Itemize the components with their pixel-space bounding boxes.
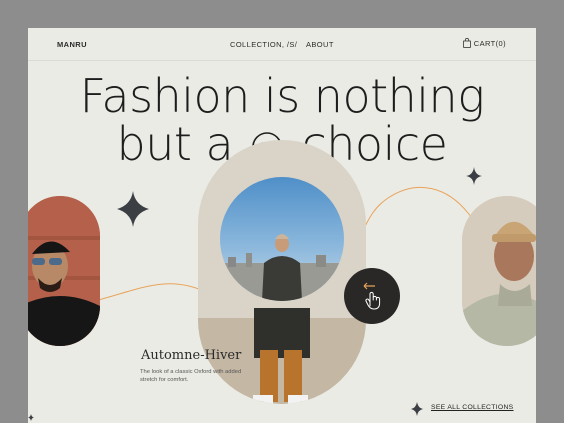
landing-page: MANRU COLLECTION, /S/ ABOUT CART(0) Fash… — [28, 28, 536, 423]
nav-about-link[interactable]: ABOUT — [306, 40, 334, 49]
brand-logo[interactable]: MANRU — [57, 40, 87, 49]
sparkle-icon — [117, 191, 149, 227]
sparkle-icon — [466, 167, 482, 185]
collection-title: Automne-Hiver — [141, 348, 242, 363]
cart-label: CART(0) — [473, 38, 506, 48]
see-all-collections-link[interactable]: SEE ALL COLLECTIONS — [431, 404, 514, 411]
cart-button[interactable]: CART(0) — [462, 38, 506, 48]
sparkle-icon — [411, 402, 423, 416]
nav-collection-link[interactable]: COLLECTION, /S/ — [230, 40, 297, 49]
featured-arch — [198, 140, 366, 404]
arrow-left-icon — [363, 282, 375, 290]
interactive-pointer-button[interactable] — [344, 268, 400, 324]
model-photo-left — [28, 196, 100, 346]
sparkle-icon — [28, 414, 34, 421]
pointer-hand-icon — [365, 291, 381, 310]
top-nav: MANRU COLLECTION, /S/ ABOUT CART(0) — [28, 28, 536, 61]
bag-icon — [462, 38, 471, 48]
collection-description: The look of a classic Oxford with added … — [140, 369, 242, 383]
headline-line-1: Fashion is nothing — [79, 69, 485, 123]
model-photo-right — [462, 196, 536, 346]
